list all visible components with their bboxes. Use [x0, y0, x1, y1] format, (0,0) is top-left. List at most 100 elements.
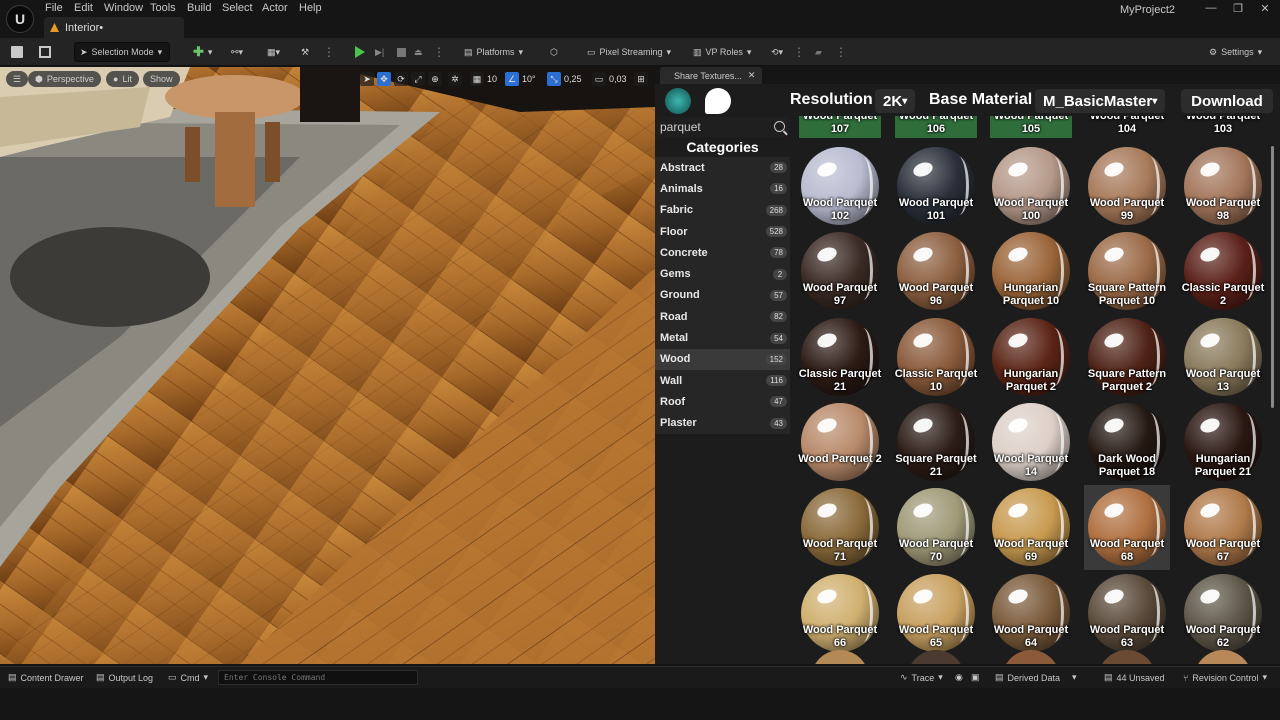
material-tile[interactable]: Classic Parquet 2: [1180, 229, 1266, 314]
category-ground[interactable]: Ground 57: [655, 284, 790, 307]
material-tile[interactable]: Wood Parquet 62: [1180, 571, 1266, 656]
material-tile[interactable]: Wood Parquet 69: [988, 485, 1074, 570]
world-local-icon[interactable]: ⊕: [428, 71, 442, 87]
material-tile[interactable]: Wood Parquet 67: [1180, 485, 1266, 570]
material-tile[interactable]: Wood Parquet 99: [1084, 144, 1170, 229]
material-tile[interactable]: Wood Parquet 70: [893, 485, 979, 570]
perspective-button[interactable]: ⬢ Perspective: [28, 71, 101, 87]
category-plaster[interactable]: Plaster 43: [655, 412, 790, 434]
translate-tool-icon[interactable]: ✥: [377, 72, 391, 86]
browse-icon[interactable]: [34, 42, 56, 62]
screenshot-icon[interactable]: ▣: [971, 672, 980, 683]
material-tile-label[interactable]: Wood Parquet 103: [1180, 116, 1266, 136]
level-viewport[interactable]: ☰ ⬢ Perspective ● Lit Show ➤ ✥ ⟳ ⤢ ⊕ ✲ ▦…: [0, 67, 655, 664]
material-tile[interactable]: Hungarian Parquet 10: [988, 229, 1074, 314]
material-tile[interactable]: Wood Parquet 64: [988, 571, 1074, 656]
category-animals[interactable]: Animals 16: [655, 178, 790, 200]
scale-tool-icon[interactable]: ⤢: [411, 72, 425, 86]
select-tool-icon[interactable]: ➤: [360, 72, 374, 86]
material-tile[interactable]: Wood Parquet 97: [797, 229, 883, 314]
material-tile[interactable]: Square Parquet 21: [893, 400, 979, 485]
download-button[interactable]: Download: [1181, 89, 1273, 113]
scale-snap-button[interactable]: ⤡ 0,25: [547, 71, 582, 87]
menu-file[interactable]: File: [45, 2, 63, 14]
rotation-snap-button[interactable]: ∠ 10°: [505, 71, 536, 87]
close-window-icon[interactable]: ✕: [1258, 2, 1272, 15]
rotate-tool-icon[interactable]: ⟳: [394, 72, 408, 86]
material-tile[interactable]: Wood Parquet 65: [893, 571, 979, 656]
material-tile[interactable]: Square Pattern Parquet 10: [1084, 229, 1170, 314]
category-wood[interactable]: Wood 152: [655, 348, 790, 370]
material-tile[interactable]: Wood Parquet 63: [1084, 571, 1170, 656]
modes-icon[interactable]: ⚒: [296, 42, 314, 62]
platforms-button[interactable]: ▤ Platforms ▾: [459, 42, 528, 62]
hexagon-icon[interactable]: ⬡: [545, 42, 563, 62]
category-road[interactable]: Road 82: [655, 306, 790, 328]
minimize-icon[interactable]: —: [1204, 2, 1218, 14]
material-tile[interactable]: Wood Parquet 66: [797, 571, 883, 656]
material-tile[interactable]: Wood Parquet 100: [988, 144, 1074, 229]
trace-dropdown[interactable]: ∿ Trace ▾: [900, 672, 943, 683]
material-tile[interactable]: Wood Parquet 98: [1180, 144, 1266, 229]
add-actor-icon[interactable]: ✚ ▾: [188, 42, 217, 62]
material-tile[interactable]: Wood Parquet 96: [893, 229, 979, 314]
material-tile-label[interactable]: Wood Parquet 105: [988, 116, 1074, 136]
material-tile[interactable]: Dark Wood Parquet 18: [1084, 400, 1170, 485]
material-tile[interactable]: Hungarian Parquet 2: [988, 315, 1074, 400]
material-tile[interactable]: Wood Parquet 13: [1180, 315, 1266, 400]
output-log-button[interactable]: ▤ Output Log: [96, 672, 153, 683]
camera-speed-button[interactable]: ▭ 0,03: [592, 71, 627, 87]
base-material-dropdown[interactable]: M_BasicMaster ▾: [1035, 89, 1166, 113]
selection-mode-dropdown[interactable]: ➤ Selection Mode ▾: [74, 42, 170, 62]
save-icon[interactable]: [6, 42, 28, 62]
level-tab[interactable]: Interior•: [44, 17, 184, 38]
material-tile[interactable]: Classic Parquet 21: [797, 315, 883, 400]
surface-snap-icon[interactable]: ✲: [448, 71, 462, 87]
category-concrete[interactable]: Concrete 78: [655, 242, 790, 264]
pixel-streaming-button[interactable]: ▭ Pixel Streaming ▾: [582, 42, 676, 62]
resolution-dropdown[interactable]: 2K ▾: [875, 89, 916, 113]
material-tile[interactable]: Hungarian Parquet 21: [1180, 400, 1266, 485]
material-tile[interactable]: Classic Parquet 10: [893, 315, 979, 400]
console-command-input[interactable]: [218, 670, 418, 685]
material-tile[interactable]: Wood Parquet 14: [988, 400, 1074, 485]
unreal-logo-icon[interactable]: U: [6, 5, 34, 33]
material-tile[interactable]: Wood Parquet 102: [797, 144, 883, 229]
settings-button[interactable]: ⚙ Settings ▾: [1204, 42, 1267, 62]
material-tile-label[interactable]: Wood Parquet 107: [797, 116, 883, 136]
menu-build[interactable]: Build: [187, 2, 211, 14]
more-options-icon[interactable]: ⋮: [318, 42, 340, 62]
unsaved-button[interactable]: ▤ 44 Unsaved: [1104, 672, 1165, 683]
category-floor[interactable]: Floor 528: [655, 220, 790, 243]
menu-window[interactable]: Window: [104, 2, 143, 14]
cinematics-icon[interactable]: ▦▾: [262, 42, 285, 62]
share-textures-tab[interactable]: Share Textures... ✕: [660, 67, 762, 84]
menu-actor[interactable]: Actor: [262, 2, 288, 14]
category-roof[interactable]: Roof 47: [655, 391, 790, 413]
derived-data-dropdown[interactable]: ▤ Derived Data ▾: [995, 672, 1077, 683]
history-icon[interactable]: ⟲▾: [766, 42, 788, 62]
content-drawer-button[interactable]: ▤ Content Drawer: [8, 672, 84, 683]
category-metal[interactable]: Metal 54: [655, 327, 790, 349]
material-tile[interactable]: Wood Parquet 2: [797, 400, 883, 485]
record-icon[interactable]: ◉: [955, 672, 963, 683]
revision-control-button[interactable]: ⑂ Revision Control ▾: [1183, 672, 1267, 683]
material-tile-label[interactable]: Wood Parquet 106: [893, 116, 979, 136]
cmd-dropdown[interactable]: ▭ Cmd ▾: [168, 672, 208, 683]
blueprint-icon[interactable]: ⚯▾: [226, 42, 248, 62]
material-tile[interactable]: Wood Parquet 71: [797, 485, 883, 570]
search-icon[interactable]: [774, 121, 785, 132]
play-icon[interactable]: [350, 42, 370, 62]
viewport-menu-button[interactable]: ☰: [6, 71, 29, 87]
grid-scrollbar[interactable]: [1271, 146, 1274, 408]
lit-button[interactable]: ● Lit: [106, 71, 139, 87]
folder-options-icon[interactable]: ⋮: [830, 42, 852, 62]
grid-snap-button[interactable]: ▦ 10: [470, 71, 497, 87]
material-tile[interactable]: Wood Parquet 101: [893, 144, 979, 229]
play-advance-icon[interactable]: ▶|: [370, 42, 389, 62]
material-tile-label[interactable]: Wood Parquet 104: [1084, 116, 1170, 136]
close-tab-icon[interactable]: ✕: [748, 70, 756, 81]
menu-edit[interactable]: Edit: [74, 2, 93, 14]
more-toolbar-icon[interactable]: ⋮: [788, 42, 810, 62]
material-tile[interactable]: Square Pattern Parquet 2: [1084, 315, 1170, 400]
